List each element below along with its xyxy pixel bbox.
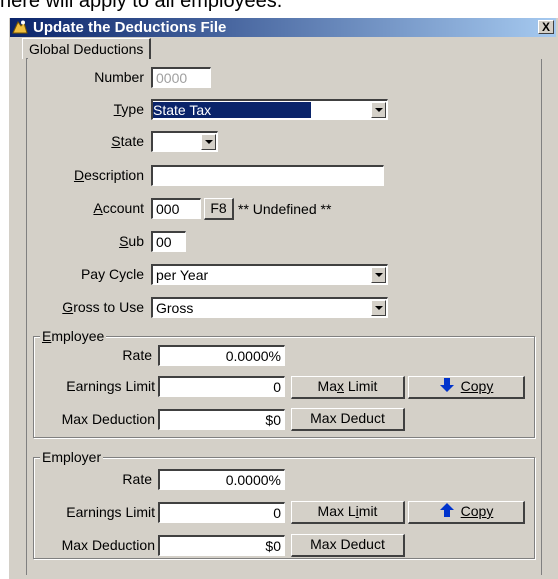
employer-max-limit-button[interactable]: Max Limit <box>291 501 405 524</box>
pay-cycle-label: Pay Cycle <box>80 266 144 282</box>
employer-max-deduction-label: Max Deduction <box>61 537 155 553</box>
state-label-accel: S <box>111 133 121 149</box>
sub-label: Sub <box>40 231 144 251</box>
employee-copy-button[interactable]: Copy <box>408 376 525 399</box>
employee-max-limit-button[interactable]: Max Limit <box>291 376 405 399</box>
employer-max-limit-post: mit <box>358 503 378 519</box>
tab-global-deductions[interactable]: Global Deductions <box>22 38 152 59</box>
panel-right-border <box>541 59 542 575</box>
description-field[interactable] <box>151 165 384 186</box>
sub-field[interactable]: 00 <box>151 231 186 252</box>
employee-max-limit-accel: x <box>337 378 344 394</box>
gross-label-rest: ross to Use <box>73 299 144 315</box>
title-bar: Update the Deductions File X <box>10 18 556 37</box>
employer-copy-label: Copy <box>460 503 494 519</box>
sub-label-rest: ub <box>128 233 144 249</box>
gross-dropdown-button[interactable] <box>371 300 386 316</box>
state-dropdown-button[interactable] <box>201 134 216 150</box>
type-label: Type <box>40 99 144 119</box>
type-select[interactable]: State Tax <box>151 99 388 120</box>
employee-earnings-limit-field[interactable]: 0 <box>158 376 285 397</box>
type-selected-value: State Tax <box>153 102 312 118</box>
state-label: State <box>40 131 144 151</box>
state-select[interactable] <box>151 131 218 152</box>
employee-group-title: Employee <box>40 328 107 344</box>
panel-left-border <box>26 59 27 575</box>
employee-rate-field[interactable]: 0.0000% <box>158 345 285 366</box>
close-button[interactable]: X <box>538 20 554 34</box>
employer-max-deduct-button[interactable]: Max Deduct <box>291 534 405 557</box>
employee-earnings-limit-label: Earnings Limit <box>66 378 155 394</box>
employer-earnings-limit-field[interactable]: 0 <box>158 502 285 523</box>
employee-max-limit-pre: Ma <box>317 378 337 394</box>
employee-rate-label: Rate <box>122 347 152 363</box>
app-icon <box>12 19 28 35</box>
employer-max-deduction-field[interactable]: $0 <box>158 535 285 556</box>
account-label-accel: A <box>93 200 103 216</box>
employee-title-accel: E <box>42 328 52 344</box>
employer-rate-field[interactable]: 0.0000% <box>158 469 285 490</box>
employer-max-limit-pre: Max L <box>317 503 356 519</box>
arrow-down-icon <box>439 377 455 397</box>
description-label-rest: escription <box>84 167 144 183</box>
description-label-accel: D <box>73 167 85 183</box>
account-field[interactable]: 000 <box>151 198 201 219</box>
gross-selected-value: Gross <box>156 300 194 316</box>
pay-cycle-selected-value: per Year <box>156 267 209 283</box>
number-field[interactable]: 0000 <box>151 67 211 88</box>
gross-to-use-label: Gross to Use <box>40 297 144 317</box>
employer-group-title: Employer <box>40 449 104 465</box>
account-label-rest: ccount <box>102 200 144 216</box>
state-label-rest: tate <box>120 133 144 149</box>
type-label-rest: ype <box>121 101 144 117</box>
type-dropdown-button[interactable] <box>371 102 386 118</box>
employee-max-deduction-field[interactable]: $0 <box>158 409 285 430</box>
employee-max-limit-post: Limit <box>344 378 378 394</box>
employee-max-deduction-label: Max Deduction <box>61 411 155 427</box>
employee-title-rest: mployee <box>51 328 105 344</box>
account-label: Account <box>40 198 144 218</box>
pay-cycle-dropdown-button[interactable] <box>371 267 386 283</box>
gross-to-use-select[interactable]: Gross <box>151 297 388 318</box>
number-label: Number <box>94 69 144 85</box>
pay-cycle-select[interactable]: per Year <box>151 264 388 285</box>
gross-label-accel: G <box>62 299 74 315</box>
employee-copy-label: Copy <box>460 378 494 394</box>
account-lookup-button[interactable]: F8 <box>204 198 234 220</box>
employer-copy-button[interactable]: Copy <box>408 501 525 524</box>
employer-rate-label: Rate <box>122 471 152 487</box>
employer-earnings-limit-label: Earnings Limit <box>66 504 155 520</box>
employee-max-deduct-button[interactable]: Max Deduct <box>291 408 405 431</box>
background-caption: here will apply to all employees. <box>0 0 283 12</box>
description-label: Description <box>40 165 144 185</box>
window-title: Update the Deductions File <box>33 19 227 36</box>
account-status: ** Undefined ** <box>238 201 332 217</box>
arrow-up-icon <box>439 502 455 522</box>
